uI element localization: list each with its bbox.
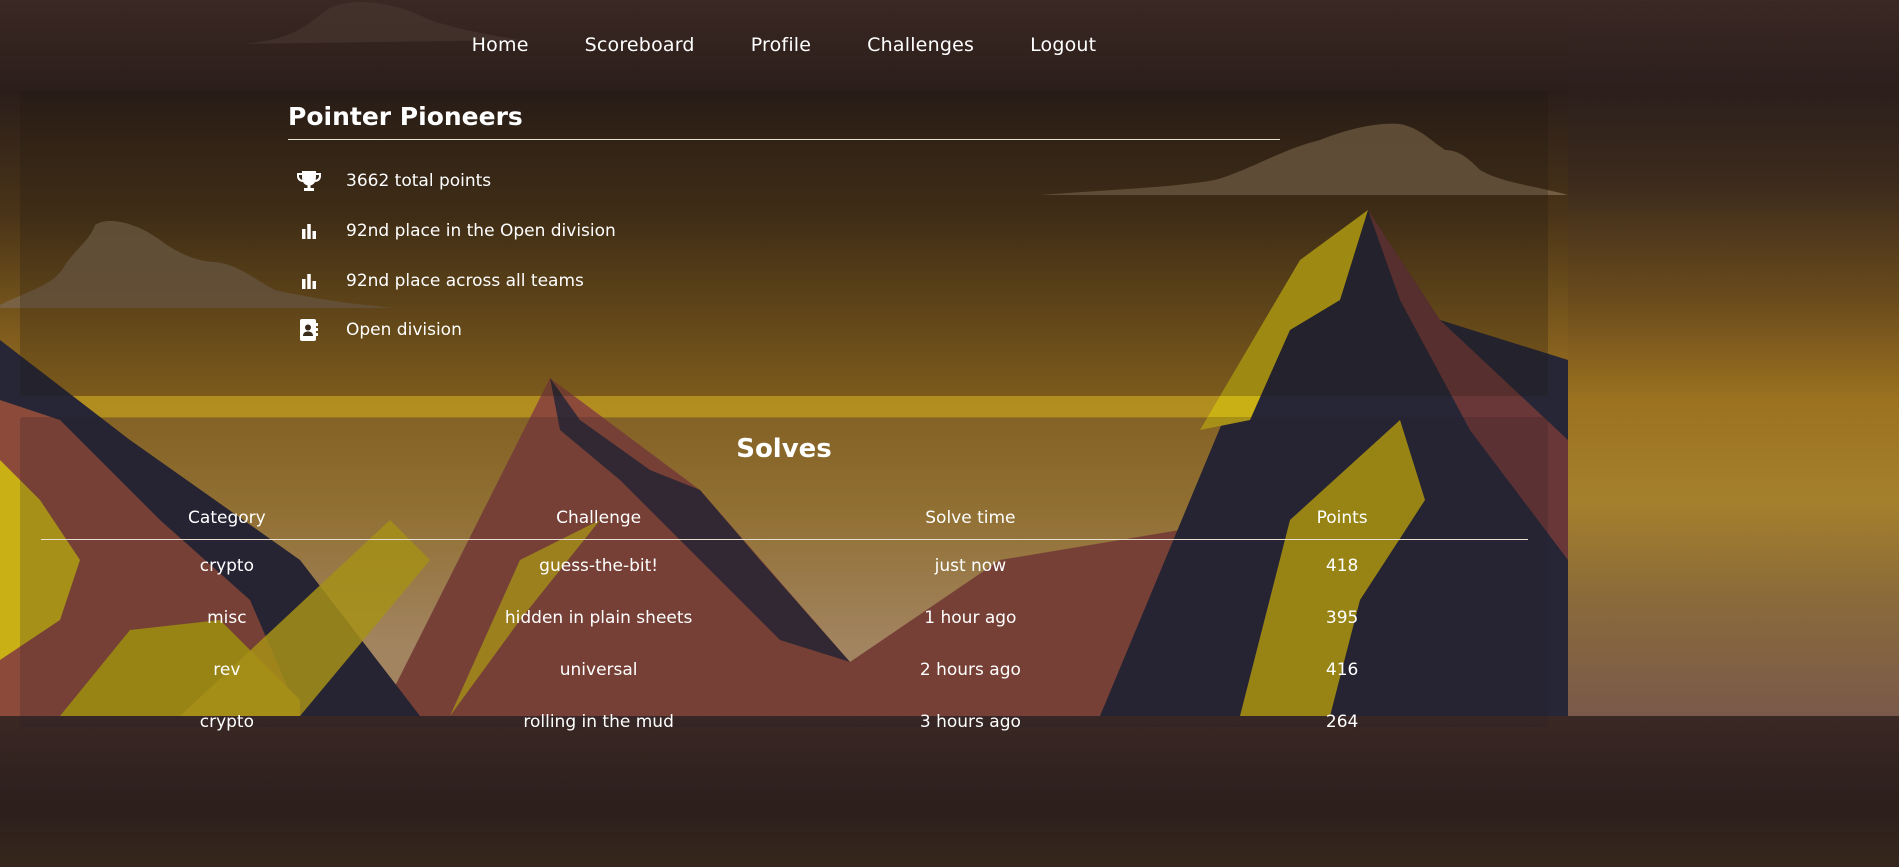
nav-profile-link[interactable]: Profile — [751, 34, 811, 56]
divider — [288, 139, 1280, 140]
solves-table: Category Challenge Solve time Points cry… — [41, 497, 1528, 748]
stat-overall-place: 92nd place across all teams — [296, 268, 584, 294]
stat-text: 92nd place across all teams — [346, 271, 584, 291]
cell-category: rev — [213, 660, 241, 680]
contact-card-icon — [296, 317, 322, 343]
cell-challenge: rolling in the mud — [523, 712, 674, 732]
table-row: crypto rolling in the mud 3 hours ago 26… — [41, 696, 1528, 748]
stat-division-place: 92nd place in the Open division — [296, 218, 616, 244]
column-header-category: Category — [41, 497, 413, 540]
team-name: Pointer Pioneers — [288, 102, 523, 131]
table-row: rev universal 2 hours ago 416 — [41, 644, 1528, 696]
cell-solve-time: just now — [934, 556, 1007, 576]
stat-text: Open division — [346, 320, 462, 340]
table-row: crypto guess-the-bit! just now 418 — [41, 540, 1528, 593]
cell-points: 395 — [1325, 608, 1359, 628]
cell-category: crypto — [199, 556, 254, 576]
nav-home-link[interactable]: Home — [472, 34, 529, 56]
cell-points: 418 — [1325, 556, 1359, 576]
bar-chart-icon — [296, 268, 322, 294]
bar-chart-icon — [296, 218, 322, 244]
cell-challenge: guess-the-bit! — [539, 556, 659, 576]
nav-challenges-link[interactable]: Challenges — [867, 34, 974, 56]
cell-points: 264 — [1325, 712, 1359, 732]
stat-division: Open division — [296, 317, 462, 343]
cell-solve-time: 3 hours ago — [919, 712, 1021, 732]
trophy-icon — [296, 168, 322, 194]
nav-logout-link[interactable]: Logout — [1030, 34, 1096, 56]
cell-challenge: hidden in plain sheets — [504, 608, 693, 628]
table-header-row: Category Challenge Solve time Points — [41, 497, 1528, 540]
table-row: misc hidden in plain sheets 1 hour ago 3… — [41, 592, 1528, 644]
main-nav: Home Scoreboard Profile Challenges Logou… — [0, 0, 1568, 90]
stat-total-points: 3662 total points — [296, 168, 491, 194]
cell-solve-time: 2 hours ago — [919, 660, 1021, 680]
cell-points: 416 — [1325, 660, 1359, 680]
cell-category: crypto — [199, 712, 254, 732]
cell-category: misc — [207, 608, 247, 628]
cell-challenge: universal — [559, 660, 638, 680]
team-profile-panel — [20, 91, 1548, 396]
column-header-challenge: Challenge — [412, 497, 785, 540]
solves-title: Solves — [736, 434, 832, 464]
stat-text: 3662 total points — [346, 171, 492, 191]
stat-text: 92nd place in the Open division — [346, 221, 616, 241]
column-header-points: Points — [1156, 497, 1528, 540]
nav-scoreboard-link[interactable]: Scoreboard — [585, 34, 695, 56]
cell-solve-time: 1 hour ago — [924, 608, 1017, 628]
column-header-solve-time: Solve time — [784, 497, 1157, 540]
